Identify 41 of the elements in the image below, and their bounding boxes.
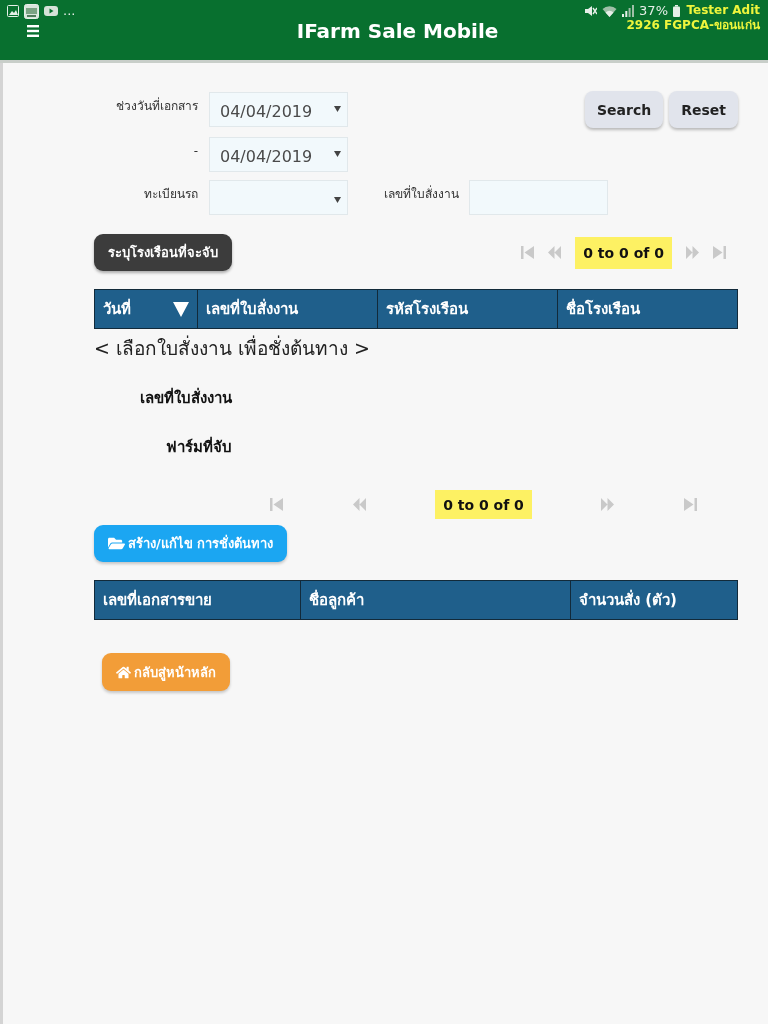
field-label: ทะเบียนรถ <box>143 186 199 202</box>
detail-label: ฟาร์มที่จับ <box>165 435 232 458</box>
column-header[interactable]: รหัสโรงเรือน <box>386 297 468 321</box>
caret-down-icon <box>334 106 341 112</box>
signal-icon <box>622 5 635 17</box>
prompt-text: < เลือกใบสั่งงาน เพื่อชั่งต้นทาง > <box>94 336 371 361</box>
video-play-icon <box>44 6 58 16</box>
page-summary: 0 to 0 of 0 <box>575 236 672 269</box>
dropdown-field[interactable] <box>209 180 348 215</box>
mute-icon <box>584 5 598 17</box>
wifi-icon <box>602 5 618 17</box>
column-header[interactable]: เลขที่ใบสั่งงาน <box>206 297 298 321</box>
column-header[interactable]: ชื่อลูกค้า <box>309 588 364 612</box>
sort-icon[interactable] <box>173 301 189 317</box>
column-header[interactable]: วันที่ <box>103 297 131 321</box>
dropdown-field[interactable]: 04/04/2019 <box>209 92 348 127</box>
field-label: เลขที่ใบสั่งงาน <box>383 184 460 202</box>
branch-name: 2926 FGPCA-ขอนแก่น <box>626 18 760 33</box>
field-label: ช่วงวันที่เอกสาร <box>115 96 199 114</box>
search-button[interactable]: Search <box>585 91 664 128</box>
battery-percent: 37% <box>639 3 668 19</box>
field-label: - <box>192 143 199 159</box>
select-house-button[interactable]: ระบุโรงเรือนที่จะจับ <box>94 234 232 271</box>
image-icon <box>7 5 19 17</box>
battery-icon <box>673 5 680 17</box>
detail-label: เลขที่ใบสั่งงาน <box>139 386 232 409</box>
column-header[interactable]: จำนวนสั่ง (ตัว) <box>579 588 677 612</box>
dropdown-field[interactable]: 04/04/2019 <box>209 137 348 172</box>
app-title: IFarm Sale Mobile <box>296 19 499 43</box>
home-icon <box>116 664 131 680</box>
menu-icon[interactable] <box>27 25 39 37</box>
page-summary: 0 to 0 of 0 <box>435 490 532 519</box>
app-icon <box>24 3 39 19</box>
caret-down-icon <box>334 197 341 203</box>
column-header[interactable]: ชื่อโรงเรือน <box>566 297 640 321</box>
folder-icon <box>108 535 125 552</box>
user-name: Tester Adit <box>686 3 760 18</box>
column-header[interactable]: เลขที่เอกสารขาย <box>103 588 212 612</box>
caret-down-icon <box>334 151 341 157</box>
notification-more-text: ... <box>63 3 76 19</box>
reset-button[interactable]: Reset <box>669 91 738 128</box>
